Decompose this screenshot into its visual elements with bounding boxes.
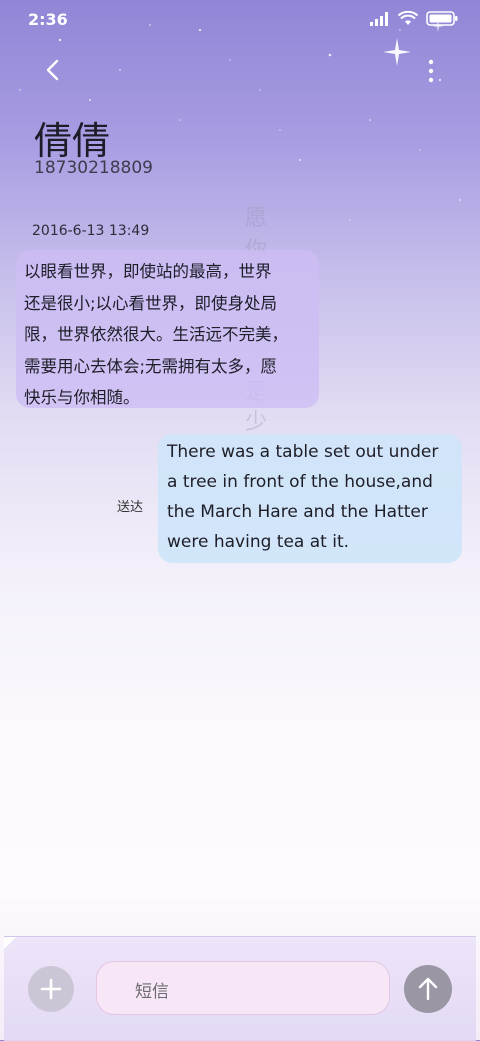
message-line: the March Hare and the Hatter <box>167 502 428 522</box>
signal-icon <box>370 11 388 26</box>
message-line: were having tea at it. <box>167 532 350 552</box>
delivery-status: 送达 <box>117 500 144 515</box>
battery-icon <box>426 11 458 26</box>
message-line: 以眼看世界，即使站的最高，世界 <box>24 262 272 281</box>
page-fold-decoration <box>4 937 16 949</box>
watermark-art: 愿 <box>245 206 268 231</box>
message-line: 还是很小;以心看世界，即使身处局 <box>24 293 278 313</box>
message-line: 限，世界依然很大。生活远不完美， <box>24 325 288 344</box>
composer-bar: 短信 <box>4 936 476 1041</box>
outgoing-message-bubble[interactable]: There was a table set out under a tree i… <box>158 434 462 563</box>
status-time: 2:36 <box>28 10 68 29</box>
wifi-icon <box>398 11 418 25</box>
contact-phone: 18730218809 <box>34 158 153 178</box>
message-input-placeholder: 短信 <box>135 982 169 1002</box>
incoming-message-bubble[interactable]: 以眼看世界，即使站的最高，世界 还是很小;以心看世界，即使身处局 限，世界依然很… <box>16 250 319 408</box>
back-button[interactable] <box>40 56 68 84</box>
message-line: 快乐与你相随。 <box>24 388 140 407</box>
add-attachment-button[interactable] <box>28 966 74 1012</box>
message-line: 需要用心去体会;无需拥有太多，愿 <box>24 356 278 376</box>
arrow-up-icon <box>418 977 438 1001</box>
message-timestamp: 2016-6-13 13:49 <box>32 223 150 239</box>
message-input[interactable]: 短信 <box>96 961 390 1015</box>
message-line: There was a table set out under <box>167 442 439 462</box>
status-bar: 2:36 <box>0 0 480 40</box>
send-button[interactable] <box>404 965 452 1013</box>
contact-name: 倩倩 <box>34 119 111 163</box>
message-line: a tree in front of the house,and <box>167 472 433 492</box>
more-options-button[interactable] <box>426 58 436 84</box>
plus-icon <box>40 978 62 1000</box>
